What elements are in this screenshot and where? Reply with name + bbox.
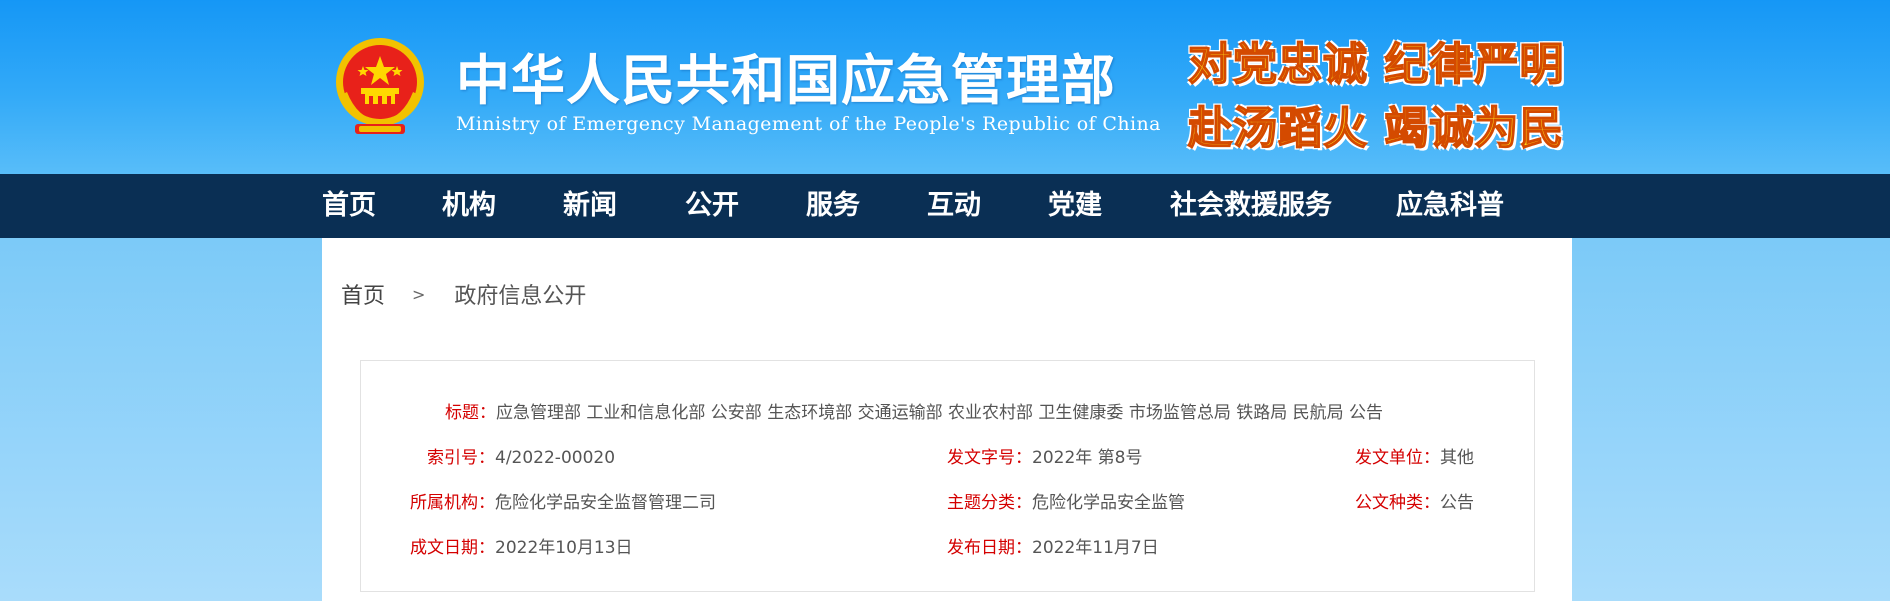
national-emblem-icon	[336, 38, 424, 134]
site-title-en: Ministry of Emergency Management of the …	[456, 113, 1161, 135]
field-doc-type-label: 公文种类：	[1355, 493, 1440, 513]
field-organization-value: 危险化学品安全监督管理二司	[495, 493, 716, 513]
field-published-date-value: 2022年11月7日	[1032, 538, 1159, 558]
field-title-value: 应急管理部 工业和信息化部 公安部 生态环境部 交通运输部 农业农村部 卫生健康…	[496, 403, 1384, 423]
nav-item-organization[interactable]: 机构	[442, 174, 496, 238]
nav-item-science[interactable]: 应急科普	[1396, 174, 1504, 238]
nav-item-public[interactable]: 公开	[685, 174, 739, 238]
field-issuer-value: 其他	[1440, 448, 1474, 468]
breadcrumb-separator: >	[412, 284, 426, 304]
field-doc-type-value: 公告	[1440, 493, 1474, 513]
nav-item-services[interactable]: 服务	[806, 174, 860, 238]
field-index-label: 索引号：	[427, 448, 495, 468]
field-doc-no: 发文字号：2022年 第8号	[947, 443, 1142, 468]
slogan-line-1: 对党忠诚 纪律严明	[1187, 38, 1565, 91]
field-published-date: 发布日期：2022年11月7日	[947, 533, 1159, 558]
field-topic-label: 主题分类：	[947, 493, 1032, 513]
nav-item-news[interactable]: 新闻	[563, 174, 617, 238]
breadcrumb-current-link[interactable]: 政府信息公开	[454, 284, 586, 309]
field-topic-value: 危险化学品安全监管	[1032, 493, 1185, 513]
slogan-line-2: 赴汤蹈火 竭诚为民	[1187, 102, 1565, 155]
field-index-value: 4/2022-00020	[495, 448, 616, 468]
field-doc-no-label: 发文字号：	[947, 448, 1032, 468]
breadcrumb: 首页 > 政府信息公开	[341, 278, 586, 312]
field-written-date: 成文日期：2022年10月13日	[410, 533, 633, 558]
field-issuer: 发文单位：其他	[1355, 443, 1474, 468]
main-nav: 首页 机构 新闻 公开 服务 互动 党建 社会救援服务 应急科普	[0, 174, 1890, 238]
field-written-date-label: 成文日期：	[410, 538, 495, 558]
field-issuer-label: 发文单位：	[1355, 448, 1440, 468]
field-doc-type: 公文种类：公告	[1355, 488, 1474, 513]
nav-item-party[interactable]: 党建	[1048, 174, 1102, 238]
field-title: 标题：应急管理部 工业和信息化部 公安部 生态环境部 交通运输部 农业农村部 卫…	[445, 398, 1383, 423]
field-published-date-label: 发布日期：	[947, 538, 1032, 558]
nav-item-interaction[interactable]: 互动	[927, 174, 981, 238]
field-title-label: 标题：	[445, 403, 496, 423]
field-written-date-value: 2022年10月13日	[495, 538, 633, 558]
field-doc-no-value: 2022年 第8号	[1032, 448, 1143, 468]
site-title-cn: 中华人民共和国应急管理部	[456, 49, 1116, 112]
nav-item-home[interactable]: 首页	[322, 174, 376, 238]
field-organization-label: 所属机构：	[410, 493, 495, 513]
nav-item-social-rescue[interactable]: 社会救援服务	[1170, 174, 1332, 238]
header-banner: 中华人民共和国应急管理部 Ministry of Emergency Manag…	[0, 0, 1890, 174]
field-index: 索引号：4/2022-00020	[427, 443, 615, 468]
breadcrumb-home-link[interactable]: 首页	[341, 284, 385, 309]
field-organization: 所属机构：危险化学品安全监督管理二司	[410, 488, 716, 513]
field-topic: 主题分类：危险化学品安全监管	[947, 488, 1185, 513]
